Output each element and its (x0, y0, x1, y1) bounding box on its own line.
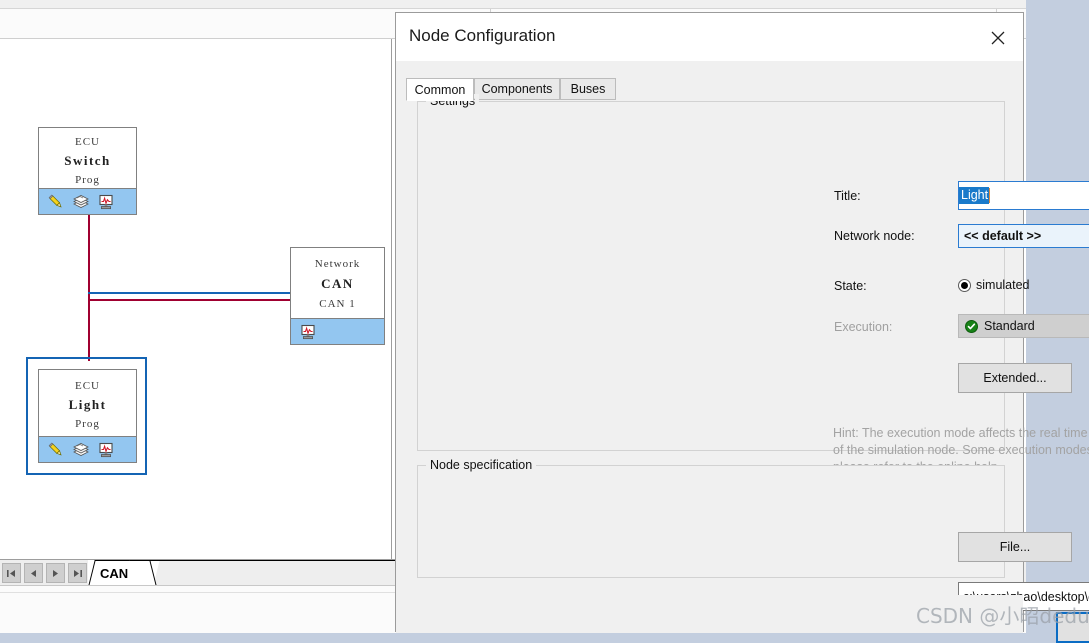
node-type-label: ECU (75, 136, 100, 148)
check-circle-icon (965, 319, 978, 333)
prev-icon[interactable] (24, 563, 43, 583)
tab-can-label: CAN (100, 565, 129, 581)
pencil-icon[interactable] (47, 193, 65, 211)
tab-common-label: Common (414, 82, 466, 97)
node-name-label: CAN (321, 276, 354, 291)
node-ecu-light[interactable]: ECU Light Prog (38, 369, 137, 463)
execution-label: Execution: (834, 320, 893, 334)
node-ecu-switch[interactable]: ECU Switch Prog (38, 127, 137, 215)
node-icon-bar (291, 318, 384, 344)
radio-simulated[interactable]: simulated (958, 278, 1030, 292)
stack-icon[interactable] (72, 193, 90, 211)
extended-button-label: Extended... (983, 371, 1047, 385)
bus-wire-horizontal-red (88, 299, 291, 301)
tab-can[interactable]: CAN (88, 560, 160, 587)
extended-button[interactable]: Extended... (958, 363, 1072, 393)
canvas-right-edge (391, 39, 392, 559)
tab-components[interactable]: Components (474, 78, 560, 100)
tab-components-label: Components (481, 82, 553, 96)
node-sub-label: Prog (75, 174, 100, 186)
monitor-waveform-icon[interactable] (97, 441, 115, 459)
dialog-footer (396, 595, 1023, 633)
title-input-value: Light (959, 187, 990, 204)
node-type-label: Network (314, 258, 361, 270)
tab-buses-label: Buses (570, 82, 606, 96)
ok-button[interactable]: OK (1056, 612, 1089, 643)
tab-common[interactable]: Common (406, 78, 474, 101)
node-sub-label: CAN 1 (319, 298, 356, 310)
monitor-waveform-icon[interactable] (97, 193, 115, 211)
first-icon[interactable] (2, 563, 21, 583)
file-button[interactable]: File... (958, 532, 1072, 562)
node-name-label: Switch (64, 153, 111, 168)
title-input[interactable]: Light (958, 181, 1089, 210)
window-top-strip (0, 0, 1026, 9)
radio-simulated-label: simulated (976, 278, 1030, 292)
state-label: State: (834, 279, 867, 293)
radio-dot (958, 278, 971, 292)
pencil-icon[interactable] (47, 441, 65, 459)
tab-buses[interactable]: Buses (560, 78, 616, 100)
node-configuration-dialog: Node Configuration Common Components Bus… (395, 12, 1089, 643)
settings-groupbox (417, 101, 1005, 451)
node-icon-bar (39, 436, 136, 462)
node-sub-label: Prog (75, 418, 100, 430)
execution-value: Standard (984, 319, 1035, 333)
close-icon[interactable] (981, 25, 1015, 51)
node-specification-groupbox (417, 465, 1005, 578)
last-icon[interactable] (68, 563, 87, 583)
node-specification-legend: Node specification (426, 458, 537, 472)
network-node-value: << default >> (964, 229, 1042, 243)
text-caret (989, 188, 991, 203)
monitor-waveform-icon[interactable] (299, 323, 317, 341)
network-node-label: Network node: (834, 229, 915, 243)
next-icon[interactable] (46, 563, 65, 583)
execution-select: Standard (958, 314, 1089, 338)
file-button-label: File... (999, 540, 1031, 554)
bus-wire-vertical (88, 215, 90, 361)
title-label: Title: (834, 189, 861, 203)
dialog-title-bar: Node Configuration (396, 13, 1023, 61)
bus-wire-horizontal-blue (88, 292, 291, 294)
node-name-label: Light (68, 397, 107, 412)
network-node-select[interactable]: << default >> (958, 224, 1089, 248)
node-type-label: ECU (75, 380, 100, 392)
node-icon-bar (39, 188, 136, 214)
dialog-title: Node Configuration (409, 26, 556, 45)
dialog-body: Common Components Buses Settings Title: … (396, 61, 1089, 611)
node-network-can[interactable]: Network CAN CAN 1 (290, 247, 385, 345)
stack-icon[interactable] (72, 441, 90, 459)
